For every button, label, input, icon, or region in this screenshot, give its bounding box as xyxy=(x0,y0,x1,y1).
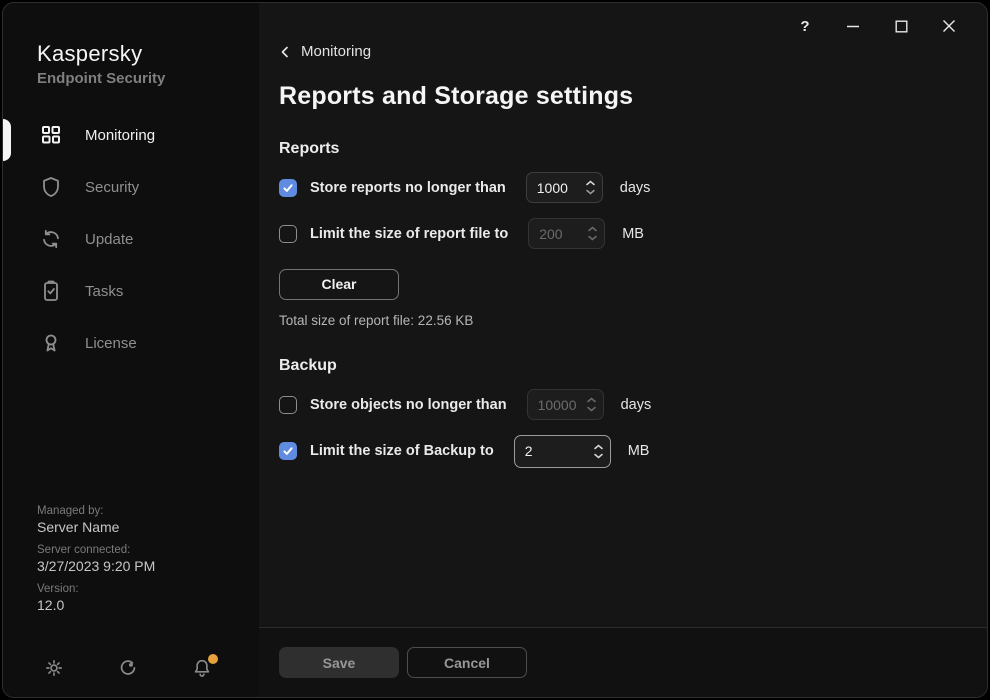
chevron-left-icon xyxy=(279,46,291,58)
spin-down-icon xyxy=(587,406,596,412)
sidebar: Kaspersky Endpoint Security Monitoring xyxy=(3,3,259,697)
spin-up-icon[interactable] xyxy=(594,444,603,450)
check-icon xyxy=(282,445,294,457)
backup-section-heading: Backup xyxy=(279,357,987,375)
spin-down-icon xyxy=(588,235,597,241)
limit-backup-size-row: Limit the size of Backup to MB xyxy=(279,435,987,468)
backup-size-input[interactable] xyxy=(525,443,590,459)
backup-days-spinner xyxy=(527,389,604,420)
product-name: Endpoint Security xyxy=(37,70,259,87)
managed-by-value: Server Name xyxy=(37,519,259,535)
sidebar-item-license[interactable]: License xyxy=(3,317,259,369)
cancel-button[interactable]: Cancel xyxy=(407,647,527,678)
backup-size-unit: MB xyxy=(628,443,650,459)
dashboard-icon xyxy=(39,123,63,147)
save-button[interactable]: Save xyxy=(279,647,399,678)
main-panel: ? Monitoring Reports and Storage setting… xyxy=(259,3,987,697)
check-icon xyxy=(282,182,294,194)
sidebar-item-tasks[interactable]: Tasks xyxy=(3,265,259,317)
close-button[interactable] xyxy=(925,11,973,41)
report-days-unit: days xyxy=(620,180,651,196)
back-link-label: Monitoring xyxy=(301,43,371,60)
backup-size-spinner[interactable] xyxy=(514,435,611,468)
award-icon xyxy=(39,331,63,355)
minimize-button[interactable] xyxy=(829,11,877,41)
app-logo: Kaspersky Endpoint Security xyxy=(3,3,259,87)
notification-badge xyxy=(208,654,218,664)
sidebar-item-label: Security xyxy=(85,179,139,196)
limit-backup-size-label: Limit the size of Backup to xyxy=(310,443,494,459)
sidebar-item-monitoring[interactable]: Monitoring xyxy=(3,109,259,161)
window-controls: ? xyxy=(781,11,973,41)
report-total-size: Total size of report file: 22.56 KB xyxy=(279,313,987,328)
store-reports-label: Store reports no longer than xyxy=(310,180,506,196)
report-days-input[interactable] xyxy=(537,180,582,196)
spin-up-icon[interactable] xyxy=(586,180,595,186)
report-days-spinner[interactable] xyxy=(526,172,603,203)
limit-report-size-row: Limit the size of report file to MB xyxy=(279,218,987,250)
limit-backup-size-checkbox[interactable] xyxy=(279,442,297,460)
app-window: Kaspersky Endpoint Security Monitoring xyxy=(2,2,988,698)
clear-button[interactable]: Clear xyxy=(279,269,399,300)
refresh-icon xyxy=(39,227,63,251)
sidebar-item-label: License xyxy=(85,335,137,352)
notifications-bell-icon[interactable] xyxy=(191,657,215,681)
active-nav-indicator xyxy=(2,119,11,161)
shield-icon xyxy=(39,175,63,199)
store-objects-checkbox[interactable] xyxy=(279,396,297,414)
maximize-button[interactable] xyxy=(877,11,925,41)
support-icon[interactable] xyxy=(117,657,141,681)
spin-up-icon xyxy=(587,397,596,403)
page-title: Reports and Storage settings xyxy=(279,82,987,111)
sidebar-item-security[interactable]: Security xyxy=(3,161,259,213)
settings-gear-icon[interactable] xyxy=(43,657,67,681)
report-size-spinner xyxy=(528,218,605,249)
back-to-monitoring-link[interactable]: Monitoring xyxy=(279,43,371,60)
store-objects-row: Store objects no longer than days xyxy=(279,389,987,421)
clipboard-check-icon xyxy=(39,279,63,303)
version-value: 12.0 xyxy=(37,597,259,613)
store-reports-row: Store reports no longer than days xyxy=(279,172,987,204)
footer-bar: Save Cancel xyxy=(259,627,987,697)
sidebar-nav: Monitoring Security Update xyxy=(3,109,259,369)
sidebar-item-label: Tasks xyxy=(85,283,123,300)
version-label: Version: xyxy=(37,583,259,595)
sidebar-item-update[interactable]: Update xyxy=(3,213,259,265)
server-info: Managed by: Server Name Server connected… xyxy=(3,496,259,631)
sidebar-item-label: Update xyxy=(85,231,133,248)
server-connected-label: Server connected: xyxy=(37,544,259,556)
limit-report-size-label: Limit the size of report file to xyxy=(310,226,508,242)
backup-days-unit: days xyxy=(621,397,652,413)
limit-report-size-checkbox[interactable] xyxy=(279,225,297,243)
help-button[interactable]: ? xyxy=(781,11,829,41)
sidebar-tray xyxy=(43,641,215,697)
store-reports-checkbox[interactable] xyxy=(279,179,297,197)
sidebar-item-label: Monitoring xyxy=(85,127,155,144)
reports-section-heading: Reports xyxy=(279,140,987,158)
report-size-input xyxy=(539,226,584,242)
spin-up-icon xyxy=(588,226,597,232)
spin-down-icon[interactable] xyxy=(594,453,603,459)
store-objects-label: Store objects no longer than xyxy=(310,397,507,413)
settings-content: Monitoring Reports and Storage settings … xyxy=(259,3,987,468)
report-size-unit: MB xyxy=(622,226,644,242)
server-connected-value: 3/27/2023 9:20 PM xyxy=(37,558,259,574)
managed-by-label: Managed by: xyxy=(37,505,259,517)
backup-days-input xyxy=(538,397,583,413)
brand-name: Kaspersky xyxy=(37,41,259,67)
spin-down-icon[interactable] xyxy=(586,189,595,195)
